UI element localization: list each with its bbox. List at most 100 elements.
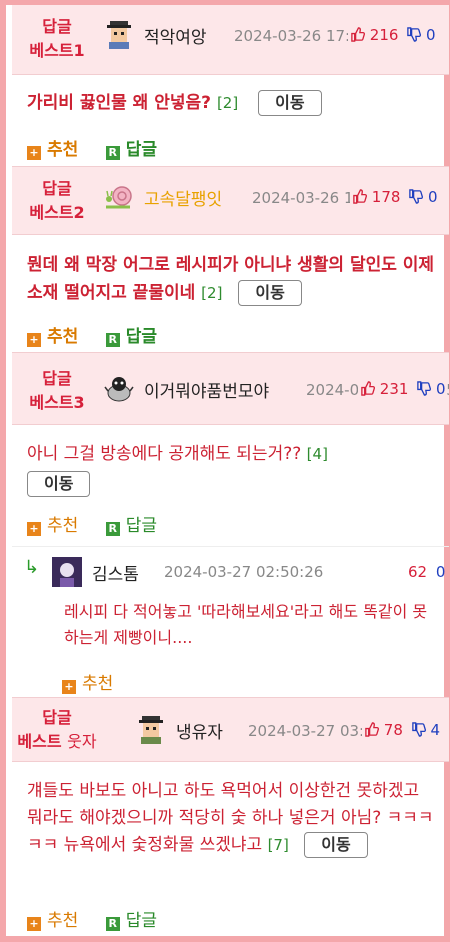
recommend-button[interactable]: + 추천 [62, 669, 113, 694]
badge-line1: 답글 [42, 369, 72, 388]
vote-area: 231 0 [358, 380, 446, 400]
vote-area: 178 0 [350, 188, 438, 208]
reply-button[interactable]: R 답글 [105, 511, 157, 536]
best-comment-1: 답글 베스트1 적악여앙 2024-03-26 17:27:21 216 0 가… [12, 5, 449, 167]
reply-label: 답글 [125, 911, 157, 931]
recommend-button[interactable]: + 추천 [27, 322, 78, 347]
reply-arrow-icon: ↳ [24, 557, 40, 578]
plus-square-icon: + [62, 680, 76, 694]
nickname[interactable]: 이거뭐야품번모야 [144, 377, 269, 402]
badge-line1: 답글 [42, 708, 72, 727]
avatar[interactable] [52, 557, 82, 587]
thumbs-down-icon[interactable] [411, 722, 426, 741]
best-badge: 답글 베스트3 [12, 367, 102, 415]
best-comment-humor: 답글 베스트 웃자 냉유자 2024-03-27 03:44:39 78 4 걔… [12, 698, 449, 937]
comment-text-body: 가리비 끓인물 왜 안넣음? [27, 93, 212, 113]
reply-r-icon: R [105, 146, 120, 160]
thumbs-up-icon[interactable] [360, 381, 375, 400]
comment-text: 가리비 끓인물 왜 안넣음? [2] 이동 [27, 89, 437, 117]
comment-text: 아니 그걸 방송에다 공개해도 되는거?? [4] 이동 [27, 439, 437, 499]
thumbs-up-icon[interactable] [352, 189, 367, 208]
nickname[interactable]: 냉유자 [176, 718, 223, 743]
recommend-button[interactable]: + 추천 [27, 511, 78, 536]
comment-text: 뭔데 왜 막장 어그로 레시피가 아니냐 생활의 달인도 이제 소재 떨어지고 … [27, 251, 439, 307]
plus-square-icon: + [27, 333, 41, 347]
recommend-button[interactable]: + 추천 [27, 906, 78, 931]
move-button[interactable]: 이동 [238, 280, 302, 306]
vote-area: 216 0 [348, 26, 436, 46]
down-count: 0 [435, 563, 446, 581]
badge-line2: 베스트2 [29, 203, 85, 222]
plus-square-icon: + [27, 917, 41, 931]
comment-text-body: 아니 그걸 방송에다 공개해도 되는거?? [27, 444, 302, 464]
reply-label: 답글 [125, 516, 157, 536]
nickname[interactable]: 고속달팽잇 [144, 185, 222, 210]
thumbs-down-icon[interactable] [408, 189, 424, 208]
comment-actions: + 추천 R 답글 [27, 135, 179, 160]
comment-actions: + 추천 R 답글 [27, 906, 179, 931]
up-count: 231 [379, 380, 409, 398]
recommend-label: 추천 [47, 140, 79, 160]
reply-r-icon: R [105, 917, 120, 931]
comment-text: 걔들도 바보도 아니고 하도 욕먹어서 이상한건 못하겠고 뭐라도 해야겠으니까… [27, 778, 437, 859]
recommend-button[interactable]: + 추천 [27, 135, 78, 160]
move-button[interactable]: 이동 [27, 471, 91, 497]
thumbs-up-icon[interactable] [364, 722, 379, 741]
comment-header: 답글 베스트3 이거뭐야품번모야 2024-03-26 17:26:5 231 … [12, 353, 449, 425]
reply-count: [7] [267, 836, 289, 854]
vote-area: 62 0 [408, 563, 445, 581]
comment-actions: + 추천 R 답글 [27, 511, 179, 536]
timestamp: 2024-03-27 02:50:26 [164, 563, 324, 581]
recommend-label: 추천 [82, 674, 114, 694]
badge-line1: 답글 [42, 17, 72, 36]
reply-label: 답글 [125, 140, 157, 160]
reply-count: [2] [216, 94, 239, 112]
snail-avatar[interactable] [104, 185, 134, 215]
reply-button[interactable]: R 답글 [105, 135, 157, 160]
best-badge: 답글 베스트2 [12, 177, 102, 225]
move-button[interactable]: 이동 [258, 90, 322, 116]
nickname[interactable]: 적악여앙 [144, 23, 207, 48]
comment-header: 답글 베스트2 고속달팽잇 2024-03-26 17:21:32 178 0 [12, 167, 449, 235]
badge-line1: 답글 [42, 179, 72, 198]
move-button[interactable]: 이동 [304, 832, 368, 858]
thumbs-down-icon[interactable] [416, 381, 432, 400]
badge-line2: 베스트 [17, 732, 62, 751]
best-badge: 답글 베스트 웃자 [12, 706, 102, 754]
reply-button[interactable]: R 답글 [105, 322, 157, 347]
nested-reply: ↳ 김스톰 2024-03-27 02:50:26 62 0 레시피 다 적어놓… [12, 547, 449, 697]
badge-line2: 베스트3 [29, 393, 85, 412]
best-comment-2: 답글 베스트2 고속달팽잇 2024-03-26 17:21:32 178 0 … [12, 167, 449, 353]
thumbs-up-icon[interactable] [350, 27, 365, 46]
badge-category: 웃자 [67, 732, 97, 751]
up-count: 216 [369, 26, 399, 44]
thumbs-down-icon[interactable] [406, 27, 422, 46]
recommend-label: 추천 [47, 911, 79, 931]
comment-actions: + 추천 R 답글 [27, 322, 179, 347]
reply-button[interactable]: R 답글 [105, 906, 157, 931]
nickname[interactable]: 김스톰 [92, 560, 139, 585]
plus-square-icon: + [27, 522, 41, 536]
vote-area: 78 4 [362, 721, 440, 741]
recommend-label: 추천 [47, 327, 79, 347]
down-count: 0 [427, 188, 438, 206]
comment-header: 답글 베스트 웃자 냉유자 2024-03-27 03:44:39 78 4 [12, 698, 449, 762]
comment-actions: + 추천 [62, 669, 135, 694]
comment-text-body: 걔들도 바보도 아니고 하도 욕먹어서 이상한건 못하겠고 뭐라도 해야겠으니까… [27, 781, 434, 855]
reply-r-icon: R [105, 333, 120, 347]
up-count: 78 [383, 721, 403, 739]
best-comment-3: 답글 베스트3 이거뭐야품번모야 2024-03-26 17:26:5 231 … [12, 353, 449, 698]
comment-header: 답글 베스트1 적악여앙 2024-03-26 17:27:21 216 0 [12, 5, 449, 75]
down-count: 0 [435, 380, 446, 398]
avatar[interactable] [104, 373, 134, 403]
recommend-label: 추천 [47, 516, 79, 536]
down-count: 4 [430, 721, 440, 739]
reply-count: [2] [201, 284, 223, 302]
reply-label: 답글 [125, 327, 157, 347]
avatar[interactable] [136, 714, 166, 744]
comment-text-body: 뭔데 왜 막장 어그로 레시피가 아니냐 생활의 달인도 이제 소재 떨어지고 … [27, 255, 435, 303]
up-count: 62 [408, 563, 428, 581]
avatar[interactable] [104, 19, 134, 49]
reply-count: [4] [306, 445, 328, 463]
comment-list-frame: 답글 베스트1 적악여앙 2024-03-26 17:27:21 216 0 가… [0, 0, 450, 942]
